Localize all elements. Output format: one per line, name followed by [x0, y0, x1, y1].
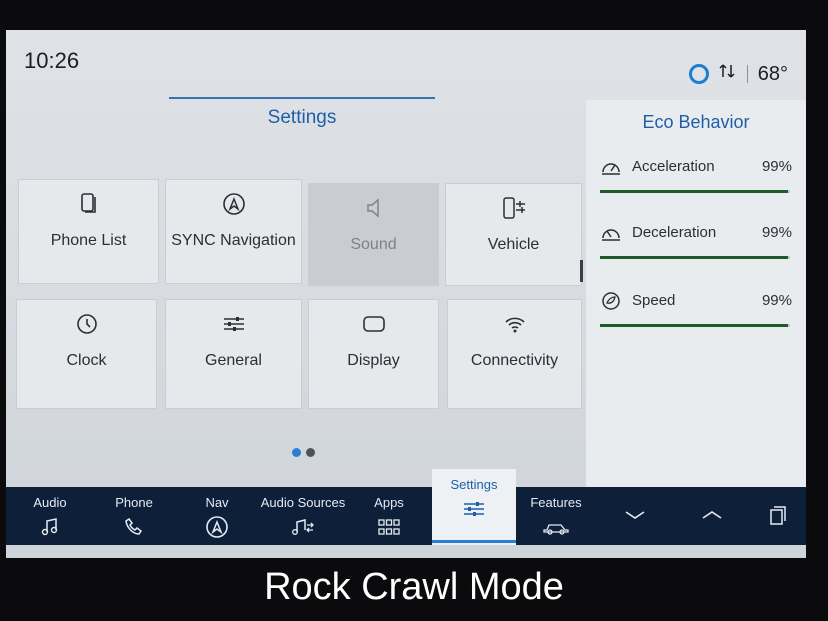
eco-title: Eco Behavior: [642, 112, 750, 132]
eco-bar-track: [600, 190, 790, 193]
nav-label: Nav: [205, 495, 229, 510]
infotainment-screen: 10:26 68° Settings Phone List SYNC Navig…: [6, 30, 806, 558]
chevron-down-icon: [624, 509, 646, 524]
tile-label: Sound: [350, 236, 397, 253]
tab-underline: [169, 97, 435, 99]
sliders-icon: [222, 310, 246, 338]
eco-bar-fill: [600, 256, 789, 259]
phone-handset-icon: [124, 514, 144, 540]
nav-apps-button[interactable]: Apps: [346, 487, 433, 545]
speed-leaf-icon: [600, 290, 622, 312]
tile-label: Vehicle: [487, 236, 540, 253]
tile-connectivity[interactable]: Connectivity: [447, 299, 582, 409]
eco-row-deceleration: Deceleration 99%: [600, 222, 792, 264]
status-area: 68°: [688, 62, 788, 86]
eco-bar-fill: [600, 190, 789, 193]
eco-bar-track: [600, 256, 790, 259]
eco-label: Speed: [632, 292, 676, 309]
bottom-nav-bar: Audio Phone Nav Audio Sources Apps Setti…: [6, 469, 806, 558]
chevron-up-button[interactable]: [674, 487, 751, 545]
caption: Rock Crawl Mode: [264, 566, 564, 608]
status-time: 10:26: [24, 48, 80, 73]
vehicle-settings-icon: [501, 194, 527, 222]
nav-label: Features: [530, 495, 582, 510]
speaker-icon: [364, 194, 384, 222]
nav-label: Audio: [33, 495, 67, 510]
display-icon: [362, 310, 386, 338]
tile-sound[interactable]: Sound: [308, 183, 439, 286]
tile-label: Clock: [66, 352, 107, 369]
recent-apps-button[interactable]: [750, 487, 806, 545]
eco-label: Acceleration: [632, 158, 715, 175]
phone-list-icon: [79, 190, 99, 218]
eco-row-acceleration: Acceleration 99%: [600, 156, 792, 198]
tile-label: Phone List: [50, 232, 127, 249]
deceleration-gauge-icon: [600, 222, 622, 244]
nav-audio-sources-button[interactable]: Audio Sources: [260, 487, 347, 545]
clock-icon: [76, 310, 98, 338]
tile-display[interactable]: Display: [308, 299, 439, 409]
tile-phone-list[interactable]: Phone List: [18, 179, 159, 284]
navigation-icon: [222, 190, 246, 218]
nav-label: Phone: [115, 495, 153, 510]
apps-grid-icon: [378, 514, 400, 540]
nav-phone-button[interactable]: Phone: [94, 487, 175, 545]
vehicle-features-icon: [542, 514, 570, 540]
temperature: 68°: [757, 62, 788, 85]
chevron-up-icon: [701, 509, 723, 524]
eco-behavior-panel: Eco Behavior Acceleration 99% Decelerati…: [586, 100, 806, 488]
eco-value: 99%: [761, 292, 792, 309]
music-note-icon: [41, 514, 59, 540]
page-dot-1[interactable]: [292, 448, 301, 457]
tile-general[interactable]: General: [165, 299, 302, 409]
eco-label: Deceleration: [632, 224, 717, 241]
navigation-icon: [205, 514, 229, 540]
sliders-icon: [462, 496, 486, 522]
page-dot-2[interactable]: [306, 448, 315, 457]
wifi-icon: [503, 310, 527, 338]
nav-nav-button[interactable]: Nav: [174, 487, 261, 545]
acceleration-gauge-icon: [600, 156, 622, 178]
nav-label: Apps: [374, 495, 404, 510]
signal-data-icon: [719, 62, 737, 86]
active-tab-underline: [432, 540, 516, 543]
eco-value: 99%: [761, 158, 792, 175]
tile-sync-navigation[interactable]: SYNC Navigation: [165, 179, 302, 284]
audio-sources-icon: [291, 514, 315, 540]
tile-label: General: [205, 352, 262, 369]
tile-label: SYNC Navigation: [171, 232, 296, 249]
page-indicator: [292, 448, 315, 457]
tile-label: Display: [347, 352, 400, 369]
nav-features-button[interactable]: Features: [516, 487, 597, 545]
tile-clock[interactable]: Clock: [16, 299, 157, 409]
page-title: Settings: [267, 107, 337, 128]
eco-value: 99%: [761, 224, 792, 241]
tile-vehicle[interactable]: Vehicle: [445, 183, 582, 286]
chevron-down-button[interactable]: [596, 487, 675, 545]
eco-bar-track: [600, 324, 790, 327]
nav-label: Settings: [450, 477, 498, 492]
tile-label: Connectivity: [470, 352, 559, 369]
divider: [746, 65, 748, 83]
nav-label: Audio Sources: [260, 495, 346, 510]
recent-apps-icon: [768, 504, 788, 529]
nav-audio-button[interactable]: Audio: [6, 487, 95, 545]
alexa-icon[interactable]: [688, 64, 709, 84]
nav-settings-button[interactable]: Settings: [432, 469, 516, 545]
eco-bar-fill: [600, 324, 789, 327]
eco-row-speed: Speed 99%: [600, 290, 792, 332]
settings-grid: Phone List SYNC Navigation Sound Vehicle…: [16, 179, 586, 419]
scrollbar[interactable]: [580, 260, 583, 282]
